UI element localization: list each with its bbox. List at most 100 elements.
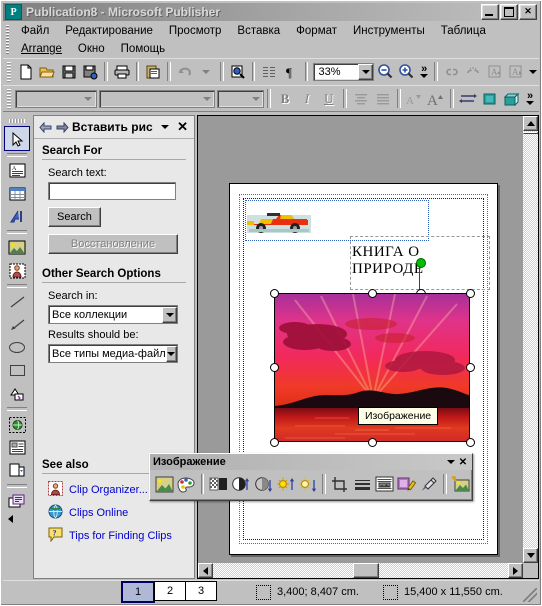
task-pane-close-button[interactable]: ✕ — [175, 120, 190, 133]
font-size-combo[interactable] — [217, 89, 265, 108]
page-tab-1[interactable]: 1 — [121, 581, 155, 603]
style-dropdown-arrow[interactable] — [81, 91, 96, 107]
menu-insert[interactable]: Вставка — [229, 24, 288, 38]
design-gallery-object-tool[interactable] — [5, 490, 29, 513]
menu-view[interactable]: Просмотр — [161, 24, 230, 38]
resize-handle-n[interactable] — [368, 289, 377, 298]
scroll-down-button[interactable] — [523, 548, 538, 563]
align-center-icon[interactable] — [350, 88, 372, 109]
arrow-tool[interactable] — [5, 313, 29, 336]
fill-color-icon[interactable] — [479, 88, 501, 109]
menu-tools[interactable]: Инструменты — [345, 24, 433, 38]
new-document-icon[interactable] — [15, 61, 37, 82]
close-button[interactable]: ✕ — [519, 4, 537, 20]
search-in-combo[interactable]: Все коллекции — [48, 305, 178, 324]
less-contrast-icon[interactable] — [230, 473, 252, 496]
search-button[interactable]: Search — [48, 207, 101, 227]
line-tool[interactable] — [5, 290, 29, 313]
less-brightness-icon[interactable] — [296, 473, 318, 496]
rotate-handle[interactable] — [416, 258, 426, 268]
clip-organizer-frame-tool[interactable] — [5, 259, 29, 282]
picture-toolbar-close-button[interactable]: ✕ — [457, 457, 469, 468]
save-icon[interactable] — [58, 61, 80, 82]
text-columns-icon[interactable] — [258, 61, 280, 82]
forward-arrow-icon[interactable] — [55, 120, 69, 134]
menu-arrange[interactable]: Arrange — [13, 42, 70, 56]
character-spacing-icon[interactable] — [457, 88, 479, 109]
menu-table[interactable]: Таблица — [433, 24, 494, 38]
zoom-dropdown-arrow[interactable] — [358, 63, 374, 80]
objects-toolbar-gripper[interactable] — [9, 119, 25, 123]
standard-toolbar-gripper[interactable] — [7, 61, 11, 82]
picture-toolbar-options-icon[interactable] — [445, 460, 457, 464]
menu-window[interactable]: Окно — [70, 42, 113, 56]
menu-help[interactable]: Помощь — [113, 42, 173, 56]
color-icon[interactable] — [175, 473, 197, 496]
resize-handle-sw[interactable] — [270, 438, 279, 447]
save-as-web-icon[interactable] — [80, 61, 102, 82]
standard-toolbar-more-icon[interactable] — [527, 61, 539, 82]
decrease-font-icon[interactable]: A — [404, 88, 426, 109]
zoom-in-icon[interactable] — [396, 61, 418, 82]
set-transparent-color-icon[interactable] — [418, 473, 440, 496]
underline-button[interactable]: U — [318, 88, 340, 109]
paragraph-marks-icon[interactable]: ¶ — [280, 61, 302, 82]
more-brightness-up-icon[interactable] — [274, 473, 296, 496]
next-textbox-icon[interactable]: A — [506, 61, 528, 82]
race-car-clipart[interactable] — [247, 206, 311, 234]
zoom-combo[interactable]: 33% — [313, 62, 375, 81]
scroll-up-button[interactable] — [523, 116, 538, 131]
chevron-down-icon[interactable] — [158, 120, 172, 134]
style-combo[interactable] — [14, 89, 97, 108]
wordart-tool[interactable] — [5, 205, 29, 228]
search-in-dropdown-arrow[interactable] — [162, 306, 177, 323]
results-combo[interactable]: Все типы медиа-файл — [48, 344, 178, 363]
menu-gripper[interactable] — [6, 25, 9, 55]
more-contrast-icon[interactable] — [207, 473, 229, 496]
formatting-toolbar-overflow-icon[interactable]: » — [523, 88, 537, 109]
objects-toolbar-overflow-icon[interactable] — [5, 513, 29, 525]
3d-effects-icon[interactable] — [501, 88, 523, 109]
scroll-left-button[interactable] — [198, 563, 213, 578]
vertical-scrollbar[interactable] — [523, 116, 538, 563]
selected-picture[interactable]: Изображение — [270, 289, 475, 447]
font-combo[interactable] — [98, 89, 216, 108]
oval-tool[interactable] — [5, 336, 29, 359]
format-picture-icon[interactable] — [395, 473, 417, 496]
print-icon[interactable] — [111, 61, 133, 82]
minimize-button[interactable] — [481, 4, 499, 20]
document-canvas[interactable]: КНИГА О ПРИРОДЕ Изображение — [197, 115, 539, 579]
horizontal-scrollbar[interactable] — [198, 563, 523, 578]
reset-picture-icon[interactable] — [450, 473, 472, 496]
insert-picture-icon[interactable] — [153, 473, 175, 496]
open-folder-icon[interactable] — [36, 61, 58, 82]
search-input[interactable] — [48, 182, 176, 200]
page-tab-3[interactable]: 3 — [185, 581, 217, 601]
undo-icon[interactable] — [174, 61, 196, 82]
see-also-link-clips-online[interactable]: Clips Online — [48, 504, 186, 522]
bold-button[interactable]: B — [274, 88, 296, 109]
font-size-dropdown-arrow[interactable] — [248, 91, 263, 107]
resize-handle-e[interactable] — [466, 363, 475, 372]
select-objects-tool[interactable] — [4, 126, 30, 151]
rectangle-tool[interactable] — [5, 359, 29, 382]
results-dropdown-arrow[interactable] — [165, 345, 177, 362]
hot-spot-tool[interactable] — [5, 413, 29, 436]
line-style-icon[interactable] — [351, 473, 373, 496]
resize-handle-s[interactable] — [368, 438, 377, 447]
menu-file[interactable]: Файл — [13, 24, 57, 38]
insert-table-tool[interactable] — [5, 182, 29, 205]
italic-button[interactable]: I — [296, 88, 318, 109]
resize-handle-w[interactable] — [270, 363, 279, 372]
unlink-text-boxes-icon[interactable] — [463, 61, 485, 82]
back-arrow-icon[interactable] — [38, 120, 52, 134]
link-text-boxes-icon[interactable] — [441, 61, 463, 82]
see-also-link-tips[interactable]: ? Tips for Finding Clips — [48, 527, 186, 545]
resize-handle-ne[interactable] — [466, 289, 475, 298]
picture-frame-tool[interactable] — [5, 236, 29, 259]
html-code-fragment-tool[interactable] — [5, 459, 29, 482]
previous-textbox-icon[interactable]: A — [484, 61, 506, 82]
menu-format[interactable]: Формат — [288, 24, 345, 38]
window-resize-grip[interactable] — [523, 588, 537, 602]
page-tab-2[interactable]: 2 — [154, 581, 186, 601]
